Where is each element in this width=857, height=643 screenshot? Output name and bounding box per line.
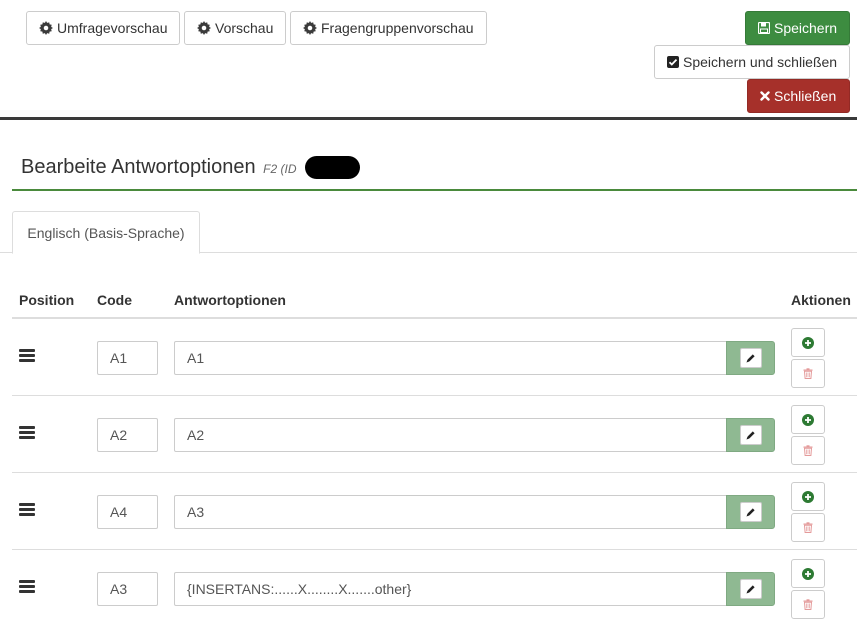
preview-button[interactable]: Vorschau (184, 11, 286, 45)
checkbox-checked-icon (667, 56, 679, 68)
survey-preview-button[interactable]: Umfragevorschau (26, 11, 180, 45)
table-row: A4 A3 (12, 473, 857, 550)
close-label: Schließen (774, 88, 837, 104)
trash-icon (803, 368, 813, 379)
plus-circle-icon (802, 567, 814, 580)
add-answer-button[interactable] (791, 405, 825, 434)
answer-option-input[interactable]: A2 (174, 418, 727, 452)
gear-icon (303, 21, 317, 35)
top-toolbar: Umfragevorschau Vorschau Fragengruppenvo… (0, 0, 857, 120)
answer-option-input[interactable]: A1 (174, 341, 727, 375)
trash-icon (803, 522, 813, 533)
question-group-preview-button[interactable]: Fragengruppenvorschau (290, 11, 487, 45)
page-header: Bearbeite Antwortoptionen F2 (ID (12, 150, 857, 191)
pencil-icon (746, 507, 755, 517)
page-subtitle: F2 (ID (263, 162, 297, 176)
drag-handle-icon[interactable] (19, 349, 35, 362)
tab-label: Englisch (Basis-Sprache) (27, 224, 185, 241)
save-and-close-label: Speichern und schließen (683, 54, 838, 70)
delete-answer-button[interactable] (791, 359, 825, 388)
trash-icon (803, 445, 813, 456)
gear-icon (197, 21, 211, 35)
preview-label: Vorschau (215, 20, 274, 36)
question-group-preview-label: Fragengruppenvorschau (321, 20, 474, 36)
page-title-text: Bearbeite Antwortoptionen (21, 156, 256, 178)
column-header-code: Code (97, 292, 132, 308)
table-row: A1 A1 (12, 319, 857, 396)
delete-answer-button[interactable] (791, 590, 825, 619)
drag-handle-icon[interactable] (19, 426, 35, 439)
pencil-icon (746, 584, 755, 594)
close-icon (760, 91, 770, 101)
plus-circle-icon (802, 336, 814, 349)
column-header-actions: Aktionen (791, 292, 851, 308)
delete-answer-button[interactable] (791, 436, 825, 465)
column-header-answer-options: Antwortoptionen (174, 292, 286, 308)
plus-circle-icon (802, 413, 814, 426)
survey-preview-label: Umfragevorschau (57, 20, 168, 36)
save-button[interactable]: Speichern (745, 11, 850, 45)
pencil-icon (746, 353, 755, 363)
add-answer-button[interactable] (791, 482, 825, 511)
floppy-disk-icon (758, 22, 770, 34)
save-and-close-button[interactable]: Speichern und schließen (654, 45, 850, 79)
code-input[interactable]: A2 (97, 418, 158, 452)
edit-answer-button[interactable] (726, 572, 775, 606)
edit-answer-button[interactable] (726, 341, 775, 375)
code-input[interactable]: A3 (97, 572, 158, 606)
column-header-position: Position (19, 292, 75, 308)
page-title: Bearbeite Antwortoptionen F2 (ID (21, 156, 297, 179)
close-button[interactable]: Schließen (747, 79, 850, 113)
edit-answer-button[interactable] (726, 418, 775, 452)
save-label: Speichern (774, 20, 838, 36)
table-row: A2 A2 (12, 396, 857, 473)
drag-handle-icon[interactable] (19, 580, 35, 593)
add-answer-button[interactable] (791, 559, 825, 588)
table-row: A3 {INSERTANS:......X........X.......oth… (12, 550, 857, 627)
gear-icon (39, 21, 53, 35)
add-answer-button[interactable] (791, 328, 825, 357)
pencil-icon (746, 430, 755, 440)
trash-icon (803, 599, 813, 610)
drag-handle-icon[interactable] (19, 503, 35, 516)
redacted-id (305, 156, 360, 179)
answer-option-input[interactable]: {INSERTANS:......X........X.......other} (174, 572, 727, 606)
code-input[interactable]: A1 (97, 341, 158, 375)
plus-circle-icon (802, 490, 814, 503)
language-tabs: Englisch (Basis-Sprache) (0, 211, 857, 254)
tab-english-base-language[interactable]: Englisch (Basis-Sprache) (12, 211, 200, 254)
delete-answer-button[interactable] (791, 513, 825, 542)
answer-option-input[interactable]: A3 (174, 495, 727, 529)
edit-answer-button[interactable] (726, 495, 775, 529)
code-input[interactable]: A4 (97, 495, 158, 529)
